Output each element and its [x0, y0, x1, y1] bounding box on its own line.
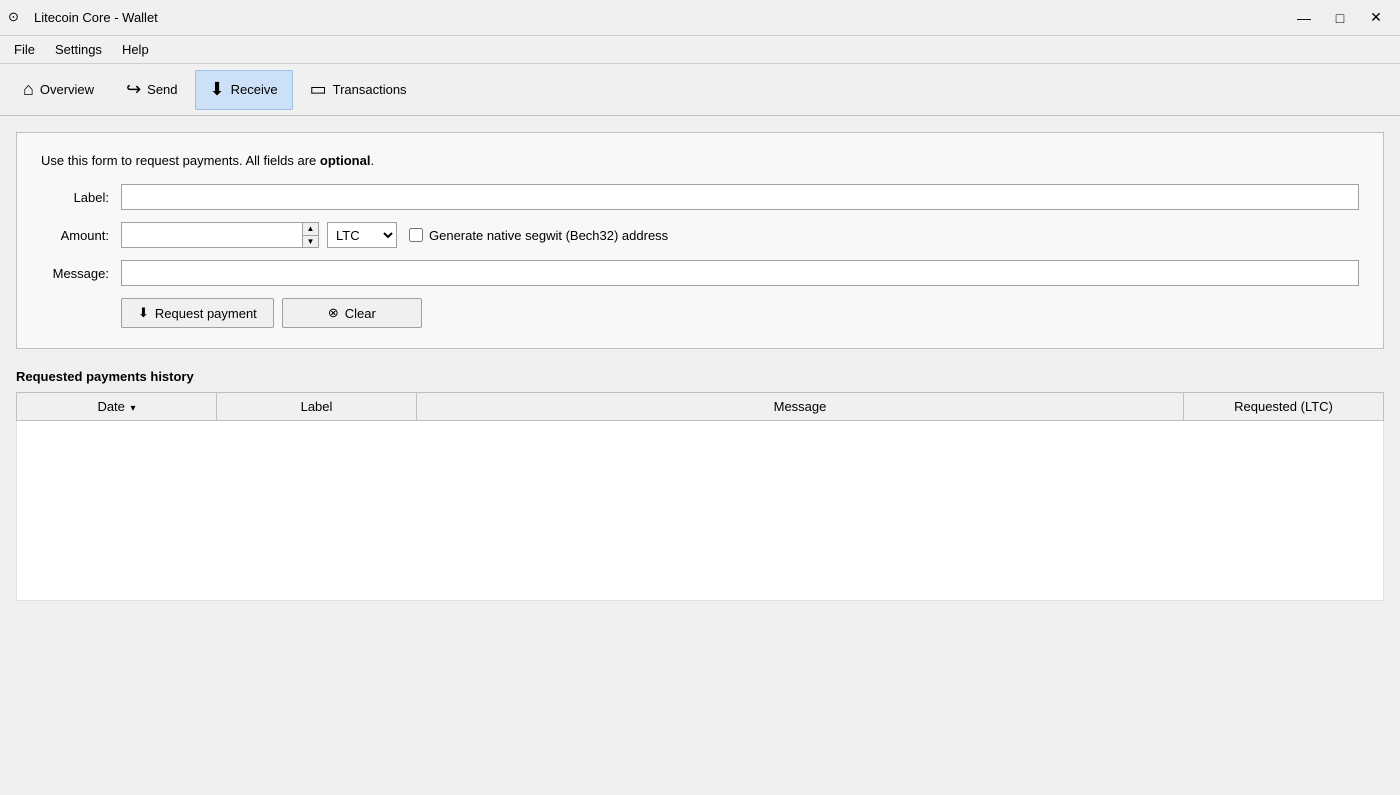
currency-select[interactable]: LTC USD [327, 222, 397, 248]
amount-spinner-down[interactable]: ▼ [303, 236, 318, 248]
tab-send-label: Send [147, 82, 177, 97]
home-icon: ⌂ [23, 79, 34, 100]
title-bar-controls: — □ ✕ [1288, 6, 1392, 30]
history-table-header-row: Date ▾ Label Message Requested (LTC) [17, 393, 1384, 421]
menu-settings[interactable]: Settings [45, 39, 112, 60]
amount-spinners: ▲ ▼ [302, 223, 318, 247]
form-panel: Use this form to request payments. All f… [16, 132, 1384, 349]
form-description-end: . [370, 153, 374, 168]
label-row: Label: [41, 184, 1359, 210]
amount-controls: ▲ ▼ LTC USD Generate native segwit (Bech… [121, 222, 668, 248]
history-table-body [17, 421, 1384, 601]
request-payment-icon: ⬇ [138, 305, 149, 321]
amount-input-wrapper: ▲ ▼ [121, 222, 319, 248]
clear-label: Clear [345, 306, 376, 321]
amount-spinner-up[interactable]: ▲ [303, 223, 318, 236]
column-header-requested: Requested (LTC) [1184, 393, 1384, 421]
column-label-label: Label [301, 399, 333, 414]
app-icon: ⊙ [8, 9, 26, 27]
maximize-button[interactable]: □ [1324, 6, 1356, 30]
amount-row: Amount: ▲ ▼ LTC USD Generate native segw… [41, 222, 1359, 248]
segwit-label[interactable]: Generate native segwit (Bech32) address [429, 228, 668, 243]
request-payment-button[interactable]: ⬇ Request payment [121, 298, 274, 328]
send-icon: ↪ [126, 79, 141, 100]
history-section: Requested payments history Date ▾ Label … [16, 369, 1384, 601]
tab-overview-label: Overview [40, 82, 94, 97]
request-payment-label: Request payment [155, 306, 257, 321]
segwit-checkbox[interactable] [409, 228, 423, 242]
amount-field-label: Amount: [41, 228, 121, 243]
column-date-label: Date [97, 399, 124, 414]
form-description: Use this form to request payments. All f… [41, 153, 1359, 168]
column-message-label: Message [774, 399, 827, 414]
tab-overview[interactable]: ⌂ Overview [8, 70, 109, 110]
message-field-label: Message: [41, 266, 121, 281]
label-field-label: Label: [41, 190, 121, 205]
title-bar-title: Litecoin Core - Wallet [34, 10, 158, 25]
buttons-row: ⬇ Request payment ⊗ Clear [41, 298, 1359, 328]
column-header-date[interactable]: Date ▾ [17, 393, 217, 421]
message-row: Message: [41, 260, 1359, 286]
minimize-button[interactable]: — [1288, 6, 1320, 30]
label-input[interactable] [121, 184, 1359, 210]
column-requested-label: Requested (LTC) [1234, 399, 1333, 414]
column-header-message: Message [417, 393, 1184, 421]
column-header-label: Label [217, 393, 417, 421]
receive-icon: ⬇ [210, 79, 225, 100]
transactions-icon: ▭ [310, 79, 327, 100]
title-bar: ⊙ Litecoin Core - Wallet — □ ✕ [0, 0, 1400, 36]
title-bar-left: ⊙ Litecoin Core - Wallet [8, 9, 158, 27]
tab-transactions-label: Transactions [333, 82, 407, 97]
history-table: Date ▾ Label Message Requested (LTC) [16, 392, 1384, 601]
segwit-wrapper: Generate native segwit (Bech32) address [409, 228, 668, 243]
history-title: Requested payments history [16, 369, 1384, 384]
message-input[interactable] [121, 260, 1359, 286]
close-button[interactable]: ✕ [1360, 6, 1392, 30]
clear-button[interactable]: ⊗ Clear [282, 298, 422, 328]
toolbar: ⌂ Overview ↪ Send ⬇ Receive ▭ Transactio… [0, 64, 1400, 116]
tab-receive-label: Receive [231, 82, 278, 97]
menu-file[interactable]: File [4, 39, 45, 60]
menu-bar: File Settings Help [0, 36, 1400, 64]
tab-receive[interactable]: ⬇ Receive [195, 70, 293, 110]
sort-arrow-date: ▾ [131, 403, 136, 414]
menu-help[interactable]: Help [112, 39, 159, 60]
history-empty-cell [17, 421, 1384, 601]
amount-input[interactable] [122, 223, 302, 247]
main-content: Use this form to request payments. All f… [0, 116, 1400, 795]
form-description-bold: optional [320, 153, 371, 168]
tab-send[interactable]: ↪ Send [111, 70, 192, 110]
clear-icon: ⊗ [328, 305, 339, 321]
history-empty-row [17, 421, 1384, 601]
form-description-text: Use this form to request payments. All f… [41, 153, 320, 168]
tab-transactions[interactable]: ▭ Transactions [295, 70, 422, 110]
